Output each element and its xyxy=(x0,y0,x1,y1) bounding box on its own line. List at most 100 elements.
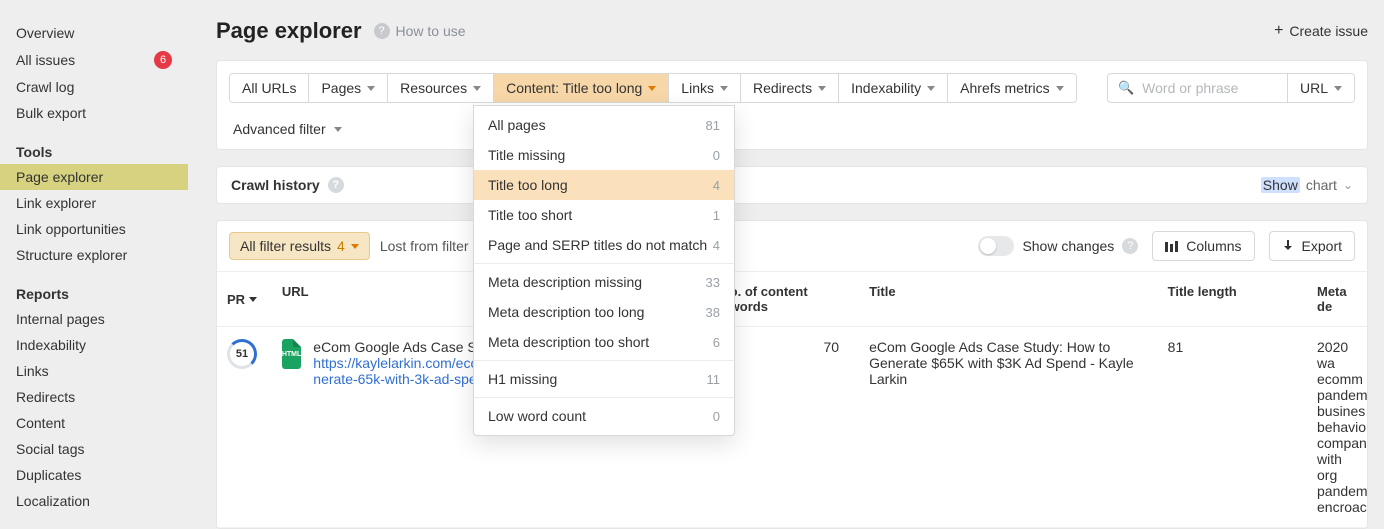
dd-meta-desc-too-long[interactable]: Meta description too long38 xyxy=(474,297,734,327)
sidebar: Overview All issues 6 Crawl log Bulk exp… xyxy=(0,0,188,505)
chevron-down-icon xyxy=(473,86,481,91)
label: Link opportunities xyxy=(16,221,126,237)
count: 0 xyxy=(713,409,720,424)
search-input[interactable] xyxy=(1142,80,1277,96)
th-words[interactable]: o. of content words xyxy=(720,272,859,326)
label: Ahrefs metrics xyxy=(960,80,1049,96)
show-chart-toggle[interactable]: Show chart ⌄ xyxy=(1261,177,1353,193)
content-dropdown: All pages81 Title missing 0 Title too lon… xyxy=(473,105,735,436)
how-to-use-link[interactable]: ? How to use xyxy=(374,23,466,39)
label: Create issue xyxy=(1289,23,1368,39)
issues-badge: 6 xyxy=(154,51,172,69)
filter-redirects[interactable]: Redirects xyxy=(741,74,839,102)
sidebar-item-redirects[interactable]: Redirects xyxy=(0,384,188,410)
all-filter-results-button[interactable]: All filter results 4 xyxy=(229,232,370,260)
dd-serp-titles-mismatch[interactable]: Page and SERP titles do not match4 xyxy=(474,230,734,260)
table-panel: All filter results 4 Lost from filter re… xyxy=(216,220,1368,529)
page-header: Page explorer ? How to use + Create issu… xyxy=(200,0,1384,60)
columns-button[interactable]: Columns xyxy=(1152,231,1254,261)
sidebar-item-structure-explorer[interactable]: Structure explorer xyxy=(0,242,188,268)
th-meta-desc[interactable]: Meta de xyxy=(1307,272,1367,326)
label: All filter results xyxy=(240,238,331,254)
chevron-down-icon xyxy=(818,86,826,91)
lost-from-filter-label: Lost from filter re xyxy=(380,238,485,254)
sidebar-item-indexability[interactable]: Indexability xyxy=(0,332,188,358)
sidebar-item-bulk-export[interactable]: Bulk export xyxy=(0,100,188,126)
sidebar-header-tools: Tools xyxy=(0,136,188,164)
filter-content[interactable]: Content: Title too long xyxy=(494,74,669,102)
dd-h1-missing[interactable]: H1 missing11 xyxy=(474,364,734,394)
sidebar-item-links[interactable]: Links xyxy=(0,358,188,384)
count: 38 xyxy=(706,305,720,320)
label: Localization xyxy=(16,493,90,509)
main: Page explorer ? How to use + Create issu… xyxy=(200,0,1384,505)
search-icon: 🔍 xyxy=(1118,80,1134,96)
cell-pr: 51 xyxy=(217,327,272,381)
sidebar-item-page-explorer[interactable]: Page explorer xyxy=(0,164,188,190)
dd-meta-desc-missing[interactable]: Meta description missing33 xyxy=(474,267,734,297)
sidebar-item-link-explorer[interactable]: Link explorer xyxy=(0,190,188,216)
label: All issues xyxy=(16,52,75,68)
label: Link explorer xyxy=(16,195,96,211)
cell-meta-desc: 2020 wa ecomm pandem busines behavio com… xyxy=(1307,327,1367,527)
filter-indexability[interactable]: Indexability xyxy=(839,74,948,102)
label: URL xyxy=(1300,80,1328,96)
dd-all-pages[interactable]: All pages81 xyxy=(474,110,734,140)
th-title-length[interactable]: Title length xyxy=(1158,272,1307,326)
cell-words: 70 xyxy=(720,327,859,367)
th-title[interactable]: Title xyxy=(859,272,1158,326)
crawl-history-bar: Crawl history ? Show chart ⌄ xyxy=(216,166,1368,204)
create-issue-button[interactable]: + Create issue xyxy=(1274,22,1368,40)
separator xyxy=(474,263,734,264)
label: Social tags xyxy=(16,441,84,457)
chevron-down-icon xyxy=(648,86,656,91)
filter-ahrefs-metrics[interactable]: Ahrefs metrics xyxy=(948,74,1075,102)
sidebar-item-link-opportunities[interactable]: Link opportunities xyxy=(0,216,188,242)
dd-low-word-count[interactable]: Low word count 0 xyxy=(474,401,734,431)
advanced-filter-button[interactable]: Advanced filter xyxy=(229,115,346,143)
chevron-down-icon xyxy=(927,86,935,91)
url-scope-select[interactable]: URL xyxy=(1288,74,1354,102)
label: Title too short xyxy=(488,207,572,223)
label: Indexability xyxy=(16,337,86,353)
show-changes-toggle[interactable] xyxy=(978,236,1014,256)
sidebar-item-internal-pages[interactable]: Internal pages xyxy=(0,306,188,332)
export-button[interactable]: Export xyxy=(1269,231,1355,261)
label: Links xyxy=(681,80,714,96)
label: Redirects xyxy=(16,389,75,405)
sidebar-item-crawl-log[interactable]: Crawl log xyxy=(0,74,188,100)
dd-title-missing[interactable]: Title missing 0 xyxy=(474,140,734,170)
dd-title-too-long[interactable]: Title too long4 xyxy=(474,170,734,200)
sort-icon xyxy=(249,297,257,302)
sidebar-item-duplicates[interactable]: Duplicates xyxy=(0,462,188,488)
filter-resources[interactable]: Resources xyxy=(388,74,494,102)
label: Low word count xyxy=(488,408,586,424)
filter-all-urls[interactable]: All URLs xyxy=(230,74,309,102)
count: 0 xyxy=(713,148,720,163)
dd-meta-desc-too-short[interactable]: Meta description too short6 xyxy=(474,327,734,357)
sidebar-item-social-tags[interactable]: Social tags xyxy=(0,436,188,462)
dd-title-too-short[interactable]: Title too short1 xyxy=(474,200,734,230)
sidebar-item-all-issues[interactable]: All issues 6 xyxy=(0,46,188,74)
label: Duplicates xyxy=(16,467,81,483)
sidebar-item-content[interactable]: Content xyxy=(0,410,188,436)
filter-links[interactable]: Links xyxy=(669,74,741,102)
label: Columns xyxy=(1186,238,1241,254)
download-icon xyxy=(1282,240,1294,252)
label: PR xyxy=(227,292,245,307)
th-pr[interactable]: PR xyxy=(217,272,272,326)
table-header: PR URL o. of content words Title Title l… xyxy=(217,272,1367,327)
question-icon: ? xyxy=(328,177,344,193)
columns-icon xyxy=(1165,241,1178,252)
label: Title missing xyxy=(488,147,565,163)
question-icon: ? xyxy=(374,23,390,39)
chevron-down-icon: ⌄ xyxy=(1343,178,1353,192)
sidebar-item-overview[interactable]: Overview xyxy=(0,20,188,46)
sidebar-item-localization[interactable]: Localization xyxy=(0,488,188,514)
label: Pages xyxy=(321,80,361,96)
label: Show changes xyxy=(1022,238,1114,254)
label: Internal pages xyxy=(16,311,105,327)
filter-pages[interactable]: Pages xyxy=(309,74,388,102)
chevron-down-icon xyxy=(334,127,342,132)
count: 11 xyxy=(707,372,721,387)
